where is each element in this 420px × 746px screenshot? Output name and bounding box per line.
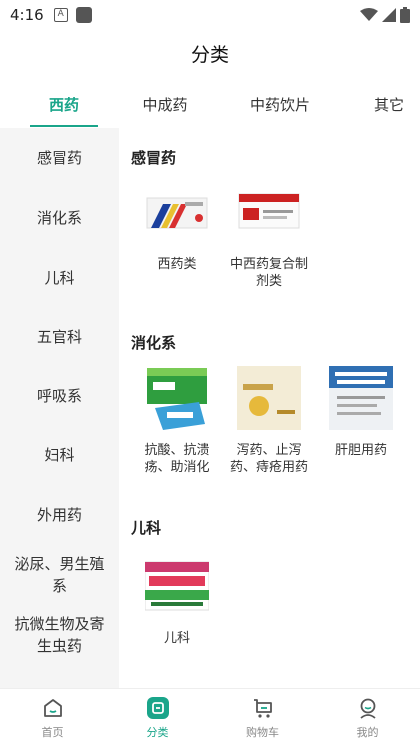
nav-category[interactable]: 分类 bbox=[105, 689, 210, 746]
sidebar-item-label: 呼吸系 bbox=[36, 387, 82, 405]
nav-cart[interactable]: 购物车 bbox=[210, 689, 315, 746]
pediatric-granule-box-icon bbox=[145, 554, 209, 618]
sidebar-item-label: 抗微生物及寄生虫药 bbox=[14, 615, 105, 655]
product-label: 西药类 bbox=[157, 257, 197, 272]
sidebar-item-label: 消化系 bbox=[36, 209, 82, 227]
sidebar-item-label: 儿科 bbox=[44, 269, 75, 287]
nav-label: 分类 bbox=[146, 726, 169, 739]
product-liver-medicine[interactable]: 肝胆用药 bbox=[316, 366, 406, 459]
sidebar: 感冒药 消化系 儿科 五官科 呼吸系 妇科 外用药 泌尿、男生殖系 抗微生物及寄… bbox=[0, 128, 119, 688]
product-label: 儿科 bbox=[163, 631, 190, 646]
title-bar: 分类 bbox=[0, 30, 420, 76]
cold-medicine-box-icon bbox=[145, 180, 209, 244]
nav-label: 首页 bbox=[41, 726, 64, 739]
sidebar-item-cold-medicine[interactable]: 感冒药 bbox=[0, 128, 119, 188]
product-label: 中西药复合制剂类 bbox=[229, 257, 308, 289]
sidebar-item-label: 妇科 bbox=[44, 446, 75, 464]
tab-herbal-pieces[interactable]: 中药饮片 bbox=[235, 82, 325, 126]
page-title: 分类 bbox=[190, 43, 229, 66]
profile-icon bbox=[356, 696, 380, 720]
product-western-cold-medicine[interactable]: 西药类 bbox=[132, 180, 222, 273]
product-label: 肝胆用药 bbox=[334, 443, 387, 458]
sidebar-item-ent[interactable]: 五官科 bbox=[0, 307, 119, 367]
sidebar-item-external[interactable]: 外用药 bbox=[0, 485, 119, 545]
tab-chinese-patent-medicine[interactable]: 中成药 bbox=[125, 82, 205, 126]
status-time: 4:16 bbox=[10, 6, 44, 24]
active-tab-indicator bbox=[30, 125, 98, 127]
notification-square-icon bbox=[75, 7, 92, 23]
product-compound-preparation[interactable]: 中西药复合制剂类 bbox=[224, 180, 314, 290]
sidebar-item-antimicrobial[interactable]: 抗微生物及寄生虫药 bbox=[0, 605, 119, 665]
sidebar-item-respiratory[interactable]: 呼吸系 bbox=[0, 366, 119, 426]
tab-others[interactable]: 其它 bbox=[358, 82, 420, 126]
bottom-nav: 首页 分类 购物车 我的 bbox=[0, 688, 420, 746]
product-antacid[interactable]: 抗酸、抗溃疡、助消化 bbox=[132, 366, 222, 476]
nav-label: 我的 bbox=[356, 726, 379, 739]
status-bar: 4:16 A bbox=[0, 0, 420, 30]
product-label: 抗酸、抗溃疡、助消化 bbox=[144, 443, 210, 475]
nav-profile[interactable]: 我的 bbox=[315, 689, 420, 746]
category-tabs: 西药 中成药 中药饮片 其它 bbox=[0, 82, 420, 128]
home-icon bbox=[41, 696, 65, 720]
sidebar-item-label: 泌尿、男生殖系 bbox=[14, 555, 105, 595]
sidebar-item-digestive[interactable]: 消化系 bbox=[0, 188, 119, 248]
notification-a-icon: A bbox=[53, 8, 68, 22]
signal-icon bbox=[382, 8, 396, 22]
product-label: 泻药、止泻药、痔疮用药 bbox=[229, 443, 308, 475]
tab-western-medicine[interactable]: 西药 bbox=[25, 82, 103, 126]
wifi-icon bbox=[360, 8, 378, 21]
liver-medicine-box-icon bbox=[329, 366, 393, 430]
cart-icon bbox=[251, 696, 275, 720]
category-content: 感冒药 西药类 中西药复合制剂类 消化系 抗酸、抗溃疡、助消化 泻药、止泻药、痔… bbox=[119, 128, 420, 688]
section-title-pediatrics: 儿科 bbox=[131, 519, 162, 537]
laxative-box-icon bbox=[237, 366, 301, 430]
section-title-cold-medicine: 感冒药 bbox=[131, 149, 177, 167]
sidebar-item-pediatrics[interactable]: 儿科 bbox=[0, 248, 119, 308]
product-pediatrics[interactable]: 儿科 bbox=[132, 554, 222, 647]
product-laxative[interactable]: 泻药、止泻药、痔疮用药 bbox=[224, 366, 314, 476]
antacid-box-icon bbox=[145, 366, 209, 430]
nav-home[interactable]: 首页 bbox=[0, 689, 105, 746]
nav-label: 购物车 bbox=[246, 726, 279, 739]
battery-icon bbox=[400, 7, 410, 23]
sidebar-item-label: 五官科 bbox=[36, 328, 82, 346]
section-title-digestive: 消化系 bbox=[131, 334, 177, 352]
sidebar-item-label: 外用药 bbox=[36, 506, 82, 524]
category-icon bbox=[146, 696, 170, 720]
sidebar-item-label: 感冒药 bbox=[36, 149, 82, 167]
sidebar-item-gynecology[interactable]: 妇科 bbox=[0, 425, 119, 485]
compound-tablet-box-icon bbox=[237, 180, 301, 244]
sidebar-item-urology[interactable]: 泌尿、男生殖系 bbox=[0, 545, 119, 605]
